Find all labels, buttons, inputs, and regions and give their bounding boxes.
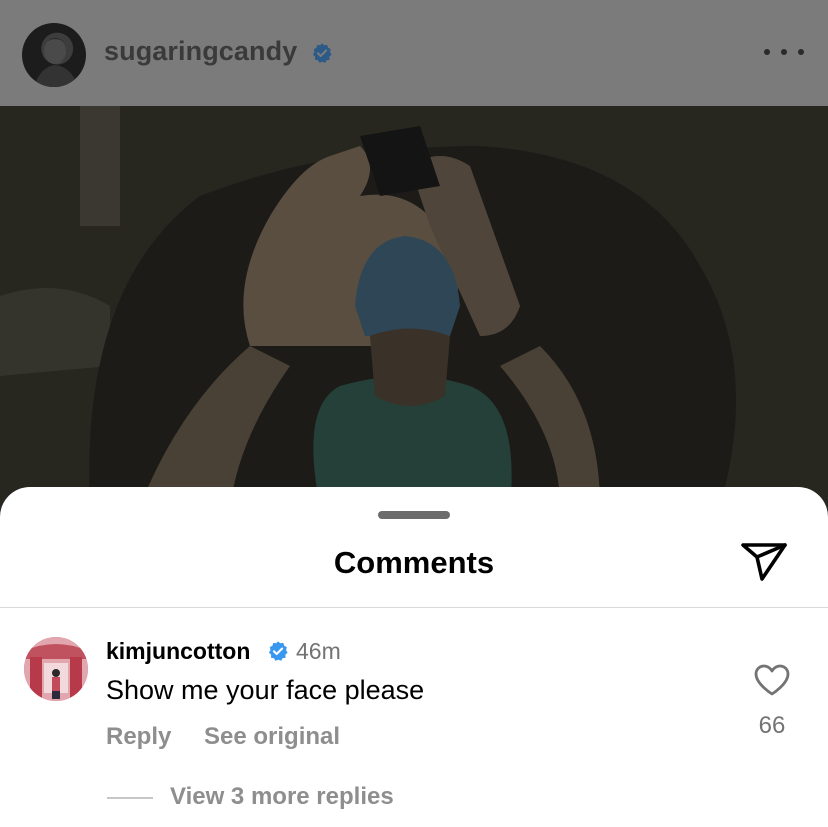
comments-sheet: Comments kimjuncotton 46m Show me your f… — [0, 487, 828, 827]
paper-plane-icon — [741, 543, 787, 581]
commenter-avatar[interactable] — [24, 637, 88, 701]
replies-divider — [107, 797, 153, 799]
ellipsis-icon — [764, 49, 770, 55]
post-photo[interactable] — [0, 106, 828, 506]
divider — [0, 607, 828, 608]
like-button[interactable] — [753, 663, 791, 697]
drag-handle[interactable] — [378, 511, 450, 519]
see-original-button[interactable]: See original — [204, 723, 340, 751]
comments-title: Comments — [333, 545, 495, 580]
verified-badge-icon — [312, 43, 332, 63]
post-author-avatar[interactable] — [22, 23, 86, 87]
like-count: 66 — [758, 712, 786, 739]
post-author-username[interactable]: sugaringcandy — [104, 36, 297, 67]
heart-icon — [754, 664, 790, 696]
verified-badge-icon — [268, 641, 288, 661]
reply-button[interactable]: Reply — [106, 723, 171, 751]
more-options-button[interactable] — [764, 40, 804, 64]
commenter-username[interactable]: kimjuncotton — [106, 638, 250, 665]
share-button[interactable] — [740, 541, 788, 583]
post-header: sugaringcandy — [0, 0, 828, 106]
view-more-replies-button[interactable]: View 3 more replies — [170, 783, 394, 811]
comment-text: Show me your face please — [106, 675, 425, 705]
comment-timestamp: 46m — [296, 638, 341, 664]
